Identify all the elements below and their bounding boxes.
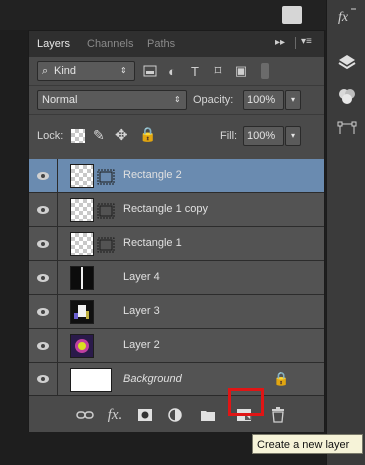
adjustment-icon[interactable] — [165, 406, 185, 424]
eye-icon[interactable] — [29, 261, 58, 294]
channels-dock-icon[interactable] — [333, 82, 361, 110]
top-strip — [0, 0, 365, 30]
layer-row[interactable]: Layer 4 — [29, 261, 324, 295]
smart-object-filter-icon[interactable]: ▣ — [232, 62, 250, 80]
layers-list: Rectangle 2 Rectangle 1 copy Rectangle 1… — [29, 159, 324, 396]
layer-thumbnail — [70, 164, 94, 188]
lock-icon: 🔒 — [273, 371, 290, 386]
new-group-icon[interactable] — [199, 406, 217, 424]
filter-toggle[interactable] — [261, 63, 269, 79]
layer-name: Layer 4 — [123, 271, 160, 283]
svg-text:fx: fx — [338, 10, 349, 25]
eye-icon[interactable] — [29, 159, 58, 192]
panel-tabs: Layers Channels Paths ▸▸ ▾≡ — [29, 31, 324, 58]
eye-icon[interactable] — [29, 329, 58, 362]
layer-row[interactable]: Layer 2 — [29, 329, 324, 363]
eye-icon[interactable] — [29, 193, 58, 226]
search-icon: ⌕ — [42, 65, 49, 77]
layer-thumbnail — [70, 232, 94, 256]
layer-thumbnail — [70, 300, 94, 324]
paths-dock-icon[interactable] — [333, 114, 361, 142]
panel-menu-icon[interactable]: ▾≡ — [301, 36, 312, 47]
fill-value: 100% — [247, 130, 276, 142]
layer-thumbnail — [70, 198, 94, 222]
layer-thumbnail — [70, 368, 112, 392]
filter-kind-select[interactable]: ⌕ Kind ⇕ — [37, 61, 135, 81]
collapse-icon[interactable]: ▸▸ — [275, 37, 285, 48]
layer-name: Layer 2 — [123, 339, 160, 351]
eye-icon[interactable] — [29, 363, 58, 395]
opacity-dropdown-icon[interactable]: ▾ — [285, 90, 301, 110]
layer-name: Rectangle 2 — [123, 169, 182, 181]
layer-thumbnail — [70, 266, 94, 290]
stepper-icon: ⇕ — [174, 95, 181, 104]
fx-icon[interactable]: fx. — [103, 406, 127, 424]
stepper-icon: ⇕ — [120, 66, 127, 75]
lock-row: Lock: ✎ ✥ 🔒 Fill: 100% ▾ — [29, 116, 324, 160]
tab-paths[interactable]: Paths — [147, 38, 175, 50]
layer-row[interactable]: Rectangle 1 — [29, 227, 324, 261]
tab-divider — [295, 37, 296, 49]
opacity-value: 100% — [247, 94, 276, 106]
fill-field[interactable]: 100% — [243, 126, 284, 146]
pixel-filter-icon[interactable] — [141, 62, 159, 80]
opacity-field[interactable]: 100% — [243, 90, 284, 110]
add-mask-icon[interactable] — [136, 406, 154, 424]
fill-label: Fill: — [220, 130, 238, 142]
layers-panel: Layers Channels Paths ▸▸ ▾≡ ⌕ Kind ⇕ ◐ T… — [28, 30, 325, 432]
lock-position-icon[interactable]: ✥ — [115, 126, 128, 144]
shape-filter-icon[interactable]: ⌑ — [209, 62, 227, 80]
lock-image-icon[interactable]: ✎ — [93, 127, 105, 144]
fx-dock-icon[interactable]: fx — [333, 2, 361, 30]
tooltip: Create a new layer — [252, 434, 363, 454]
new-layer-highlight — [228, 388, 264, 416]
trash-icon[interactable] — [269, 406, 287, 424]
link-icon[interactable] — [75, 406, 95, 424]
layer-row[interactable]: Layer 3 — [29, 295, 324, 329]
lock-transparent-icon[interactable] — [71, 129, 85, 143]
lock-label: Lock: — [37, 130, 64, 142]
type-filter-icon[interactable]: T — [186, 62, 204, 80]
tab-channels[interactable]: Channels — [87, 38, 133, 50]
vector-mask-icon — [95, 232, 117, 254]
right-dock: fx — [326, 0, 365, 465]
tab-layers[interactable]: Layers — [37, 38, 70, 50]
layer-name: Rectangle 1 — [123, 237, 182, 249]
opacity-label: Opacity: — [193, 94, 234, 106]
layer-thumbnail — [70, 334, 94, 358]
panel-bottom-bar: fx. — [29, 395, 324, 432]
fill-dropdown-icon[interactable]: ▾ — [285, 126, 301, 146]
filter-row: ⌕ Kind ⇕ ◐ T ⌑ ▣ — [29, 57, 324, 86]
layer-name: Rectangle 1 copy — [123, 203, 208, 215]
blend-mode-select[interactable]: Normal ⇕ — [37, 90, 187, 110]
filter-kind-label: Kind — [54, 65, 77, 77]
blend-row: Normal ⇕ Opacity: 100% ▾ — [29, 86, 324, 115]
layer-row[interactable]: Rectangle 1 copy — [29, 193, 324, 227]
vector-mask-icon — [95, 198, 117, 220]
collapsed-panel-tab[interactable] — [282, 6, 302, 24]
eye-icon[interactable] — [29, 295, 58, 328]
layer-name: Background — [123, 373, 182, 385]
layers-dock-icon[interactable] — [333, 48, 361, 76]
vector-mask-icon — [95, 164, 117, 186]
layer-name: Layer 3 — [123, 305, 160, 317]
adjustment-filter-icon[interactable]: ◐ — [163, 62, 181, 80]
layer-row[interactable]: Background 🔒 — [29, 363, 324, 396]
lock-all-icon[interactable]: 🔒 — [139, 126, 156, 143]
blend-mode-value: Normal — [42, 94, 78, 106]
layer-row[interactable]: Rectangle 2 — [29, 159, 324, 193]
eye-icon[interactable] — [29, 227, 58, 260]
